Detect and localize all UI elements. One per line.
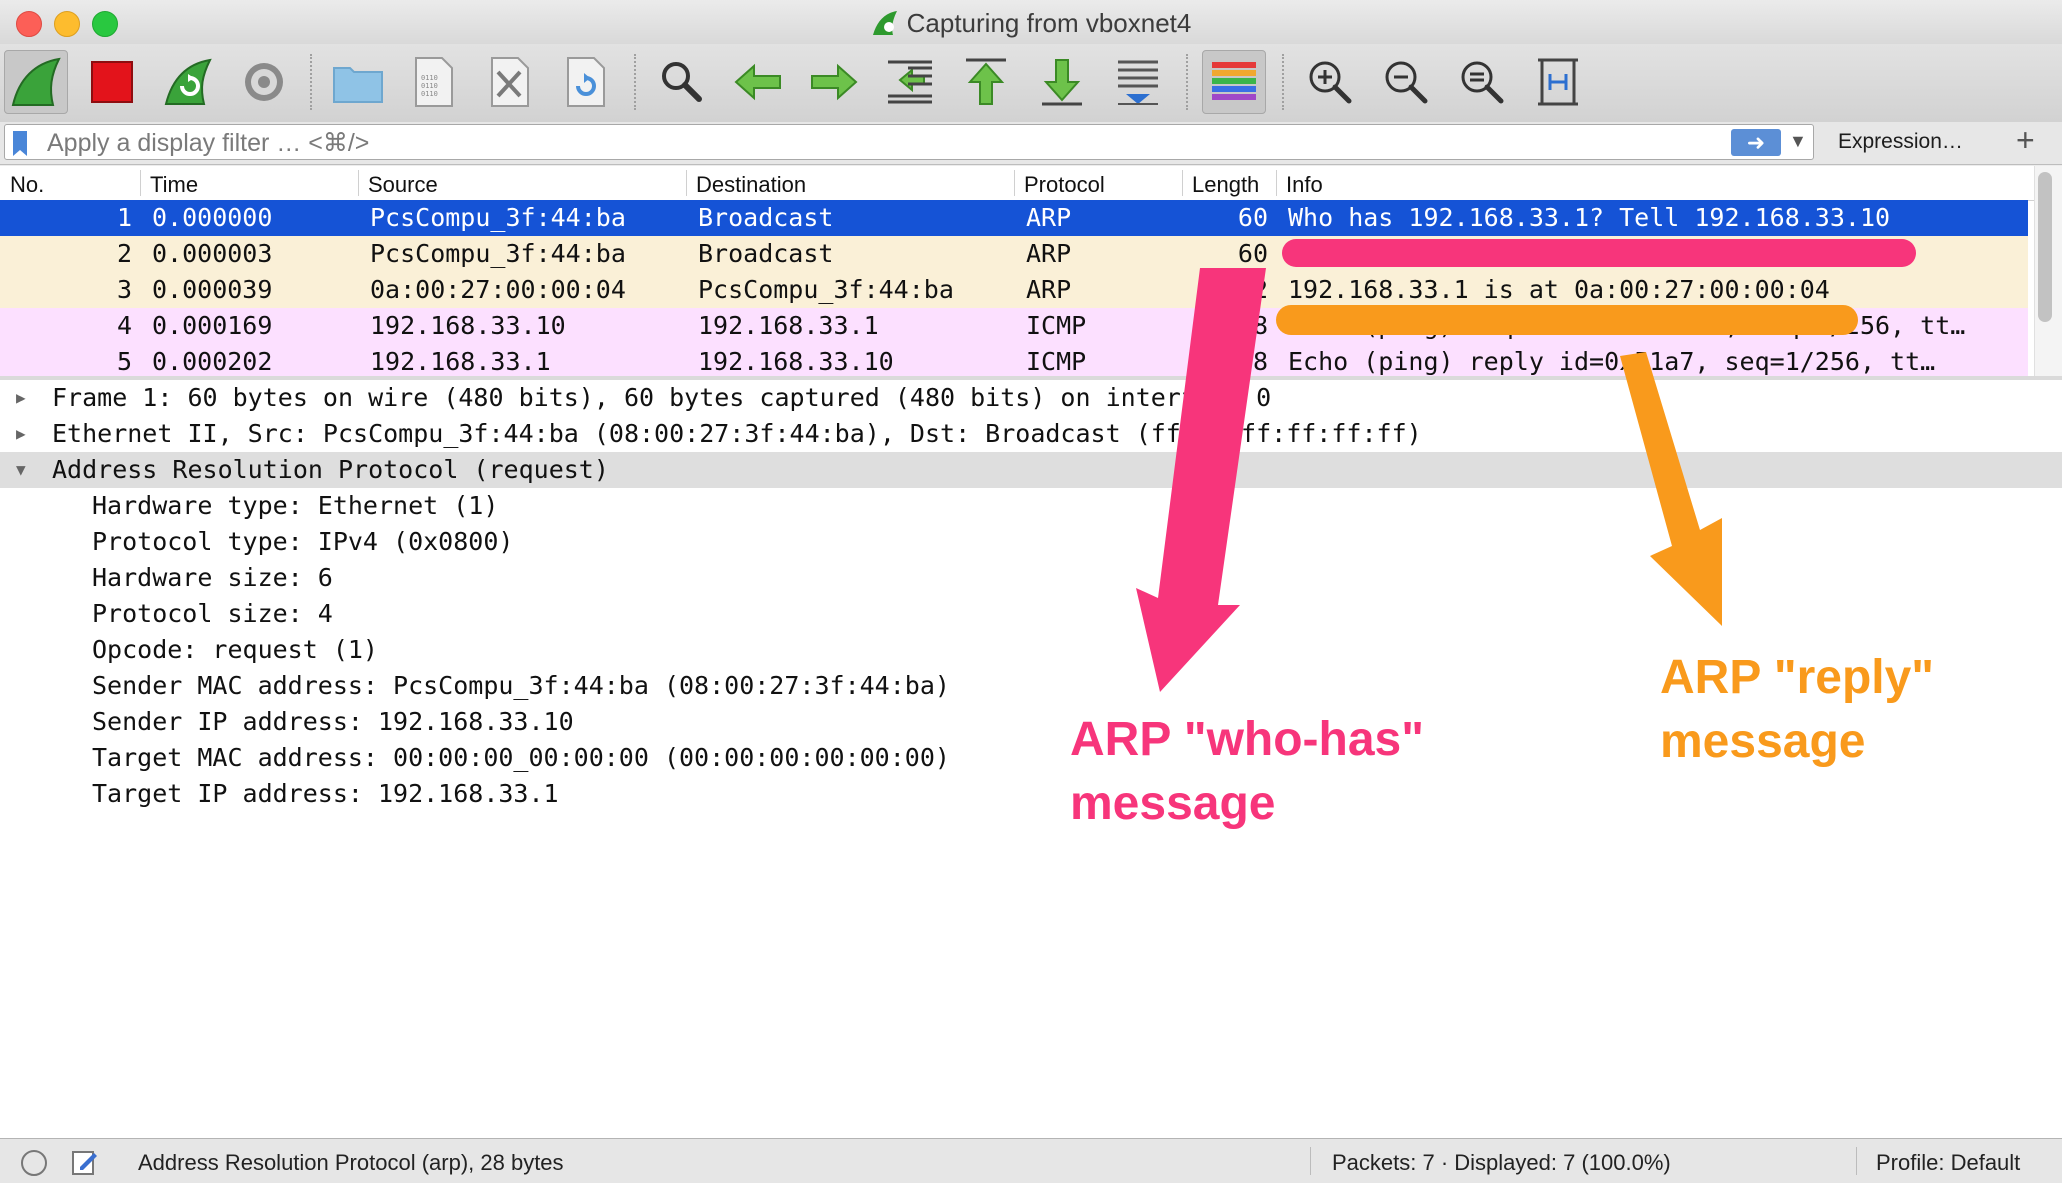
- reply-annotation-line2: message: [1660, 715, 1866, 768]
- who-has-annotation-line2: message: [1070, 777, 1276, 830]
- orange-arrow: [1620, 352, 1722, 626]
- pink-highlight-bar: [1282, 239, 1916, 267]
- who-has-annotation: ARP "who-has" message: [1070, 708, 1424, 836]
- reply-annotation-line1: ARP "reply": [1660, 651, 1935, 704]
- reply-annotation: ARP "reply" message: [1660, 646, 1934, 774]
- pink-arrow: [1136, 268, 1266, 692]
- who-has-annotation-line1: ARP "who-has": [1070, 713, 1424, 766]
- annotation-overlay: [1136, 239, 1916, 692]
- orange-highlight-bar: [1276, 305, 1858, 335]
